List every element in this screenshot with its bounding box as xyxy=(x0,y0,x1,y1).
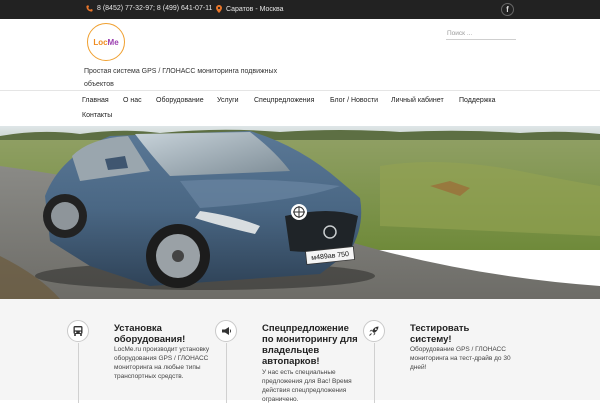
feature-text-test: Оборудование GPS / ГЛОНАСС мониторинга н… xyxy=(410,346,511,371)
feature-title-special-offer[interactable]: Спецпредложение по мониторингу для владе… xyxy=(262,323,362,367)
nav-item-services[interactable]: Услуги xyxy=(217,97,239,104)
nav-item-blog[interactable]: Блог / Новости xyxy=(330,97,378,104)
facebook-icon[interactable]: f xyxy=(501,3,514,16)
main-navigation: Главная О нас Оборудование Услуги Спецпр… xyxy=(0,90,600,126)
feature-divider-line xyxy=(78,343,79,403)
hero-image: м489ав 750 xyxy=(0,126,600,299)
feature-text-special-offer: У нас есть специальные предложения для В… xyxy=(262,369,352,403)
logo-text-me: Me xyxy=(107,37,119,47)
hero-car-photo: м489ав 750 xyxy=(0,126,600,299)
features-section: Установка оборудования! LocMe.ru произво… xyxy=(0,299,600,403)
site-tagline: Простая система GPS / ГЛОНАСС мониторинг… xyxy=(84,68,278,88)
bus-icon xyxy=(67,320,89,342)
rocket-icon xyxy=(363,320,385,342)
megaphone-icon xyxy=(215,320,237,342)
map-pin-icon xyxy=(216,5,222,13)
feature-title-test[interactable]: Тестировать систему! xyxy=(410,323,490,345)
feature-text-installation: LocMe.ru производит установку оборудован… xyxy=(114,346,210,380)
feature-divider-line xyxy=(374,343,375,403)
nav-item-about[interactable]: О нас xyxy=(123,97,142,104)
nav-item-account[interactable]: Личный кабинет xyxy=(391,97,444,104)
city-info: Саратов - Москва xyxy=(216,5,284,13)
phone-info: 8 (8452) 77-32-97; 8 (499) 641-07-11 xyxy=(86,5,212,12)
nav-item-contacts[interactable]: Контакты xyxy=(82,112,112,119)
search-input[interactable]: Поиск ... xyxy=(446,28,516,40)
feature-divider-line xyxy=(226,343,227,403)
phone-text: 8 (8452) 77-32-97; 8 (499) 641-07-11 xyxy=(97,5,213,12)
top-bar: 8 (8452) 77-32-97; 8 (499) 641-07-11 Сар… xyxy=(0,0,600,19)
nav-item-special-offers[interactable]: Спецпредложения xyxy=(254,97,314,104)
nav-item-support[interactable]: Поддержка xyxy=(459,97,496,104)
logo[interactable]: Loc Me xyxy=(87,23,125,61)
nav-item-equipment[interactable]: Оборудование xyxy=(156,97,204,104)
city-text: Саратов - Москва xyxy=(226,5,284,13)
nav-item-home[interactable]: Главная xyxy=(82,97,109,104)
logo-text-loc: Loc xyxy=(93,37,108,47)
feature-title-installation[interactable]: Установка оборудования! xyxy=(114,323,206,345)
phone-icon xyxy=(86,5,93,12)
